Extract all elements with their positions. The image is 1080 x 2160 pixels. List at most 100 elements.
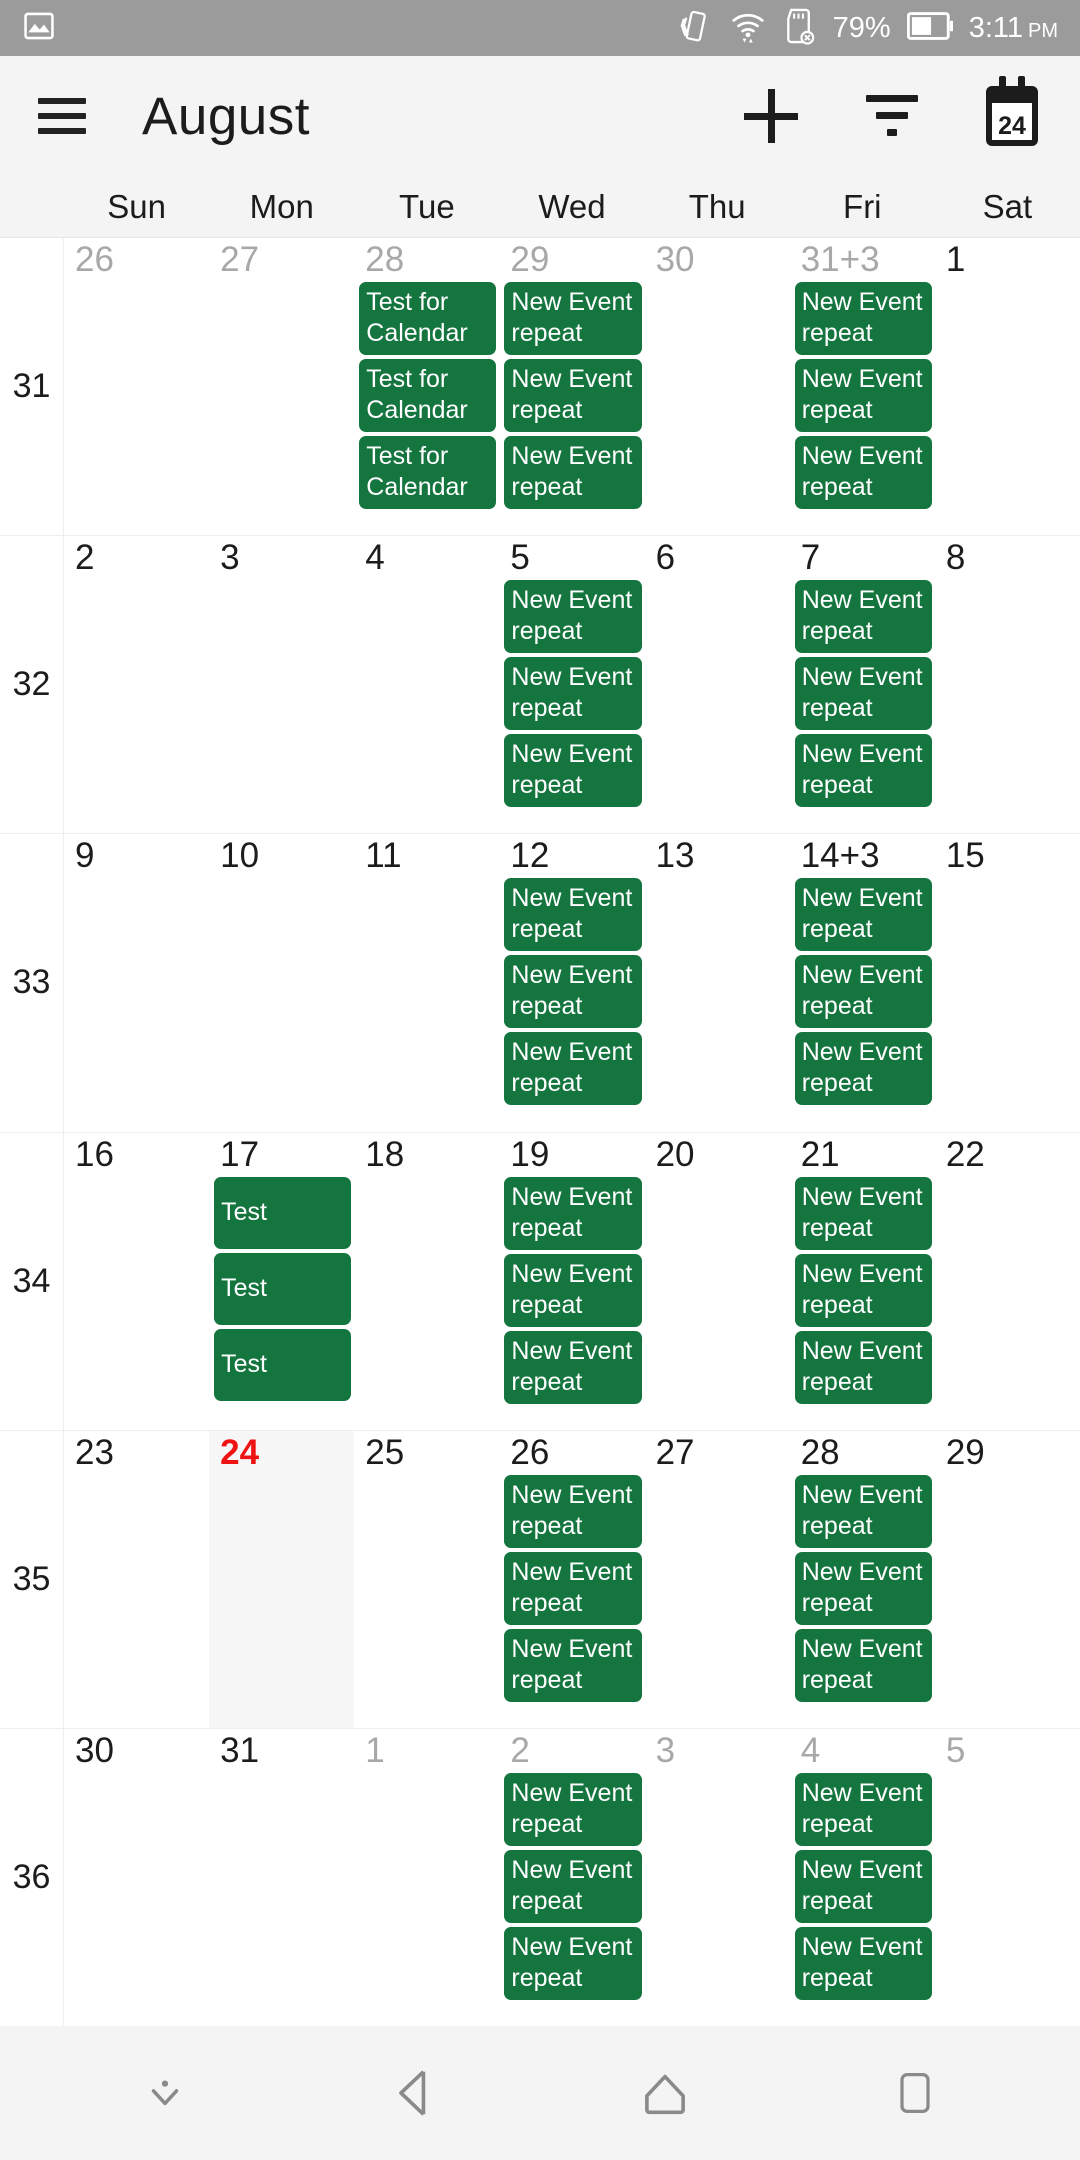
calendar-day-cell[interactable]: 14+3 New Event repeat New Event repeat New … [790, 834, 935, 1131]
calendar-day-cell[interactable]: 17 Test Test Test [209, 1133, 354, 1430]
event-chip[interactable]: Test [214, 1176, 352, 1249]
event-chip[interactable]: New Event repeat [504, 878, 642, 952]
event-chip[interactable]: New Event repeat [504, 282, 642, 355]
event-chip[interactable]: New Event repeat [504, 1926, 642, 2000]
calendar-day-cell[interactable]: 9 [64, 834, 209, 1131]
event-chip[interactable]: New Event repeat [504, 1474, 642, 1548]
calendar-day-cell[interactable]: 5 [935, 1729, 1080, 2026]
event-chip[interactable]: New Event repeat [794, 1032, 932, 1106]
event-chip[interactable]: New Event repeat [504, 734, 642, 808]
calendar-day-cell[interactable]: 1 [935, 238, 1080, 535]
event-chip[interactable]: New Event repeat [794, 1176, 932, 1250]
back-button[interactable] [355, 2053, 475, 2133]
calendar-day-cell[interactable]: 23 [64, 1431, 209, 1728]
calendar-day-cell[interactable]: 18 [354, 1133, 499, 1430]
day-number-label: 8 [945, 538, 966, 578]
calendar-day-cell[interactable]: 26 [64, 238, 209, 535]
event-chip[interactable]: Test for Calendar [359, 282, 497, 355]
hide-navbar-button[interactable] [105, 2053, 225, 2133]
event-chip[interactable]: Test [214, 1328, 352, 1401]
event-chip[interactable]: New Event repeat [504, 955, 642, 1029]
calendar-day-cell[interactable]: 5 New Event repeat New Event repeat New Eve… [499, 536, 644, 833]
add-event-button[interactable] [744, 89, 798, 143]
event-chip[interactable]: Test for Calendar [359, 436, 497, 509]
calendar-day-cell[interactable]: 30 [645, 238, 790, 535]
calendar-day-cell[interactable]: 27 [645, 1431, 790, 1728]
event-chip[interactable]: New Event repeat [794, 1551, 932, 1625]
calendar-day-cell[interactable]: 19 New Event repeat New Event repeat New Ev… [499, 1133, 644, 1430]
event-chip[interactable]: New Event repeat [504, 1176, 642, 1250]
calendar-day-cell[interactable]: 4 [354, 536, 499, 833]
go-to-today-button[interactable]: 24 [986, 76, 1038, 146]
calendar-day-cell[interactable]: 4 New Event repeat New Event repeat New Eve… [790, 1729, 935, 2026]
calendar-day-cell[interactable]: 7 New Event repeat New Event repeat New Eve… [790, 536, 935, 833]
hamburger-menu-icon[interactable] [34, 88, 90, 144]
event-chip[interactable]: New Event repeat [794, 580, 932, 654]
event-chip[interactable]: New Event repeat [504, 1628, 642, 1702]
calendar-day-cell[interactable]: 16 [64, 1133, 209, 1430]
calendar-day-cell[interactable]: 3 [209, 536, 354, 833]
event-chip[interactable]: New Event repeat [794, 1330, 932, 1404]
event-chip[interactable]: New Event repeat [504, 580, 642, 654]
event-chip[interactable]: New Event repeat [794, 1772, 932, 1846]
calendar-day-cell[interactable]: 31 [209, 1729, 354, 2026]
event-chip[interactable]: New Event repeat [794, 1849, 932, 1923]
event-chip[interactable]: Test for Calendar [359, 359, 497, 432]
calendar-day-cell[interactable]: 8 [935, 536, 1080, 833]
calendar-day-cell[interactable]: 28 New Event repeat New Event repeat New Ev… [790, 1431, 935, 1728]
calendar-day-cell[interactable]: 1 [354, 1729, 499, 2026]
calendar-day-cell[interactable]: 6 [645, 536, 790, 833]
day-number-label: 31 [220, 1730, 260, 1770]
event-chip[interactable]: New Event repeat [794, 282, 932, 355]
recent-apps-button[interactable] [855, 2053, 975, 2133]
calendar-day-cell[interactable]: 26 New Event repeat New Event repeat New Ev… [499, 1431, 644, 1728]
calendar-day-cell[interactable]: 12 New Event repeat New Event repeat New Ev… [499, 834, 644, 1131]
calendar-day-cell[interactable]: 25 [354, 1431, 499, 1728]
calendar-day-cell[interactable]: 2 [64, 536, 209, 833]
calendar-day-cell[interactable]: 28 Test for Calendar Test for Calendar Test… [354, 238, 499, 535]
calendar-week-row: 31 26 27 28 Test for Calendar Test for Calend… [0, 238, 1080, 537]
calendar-day-cell[interactable]: 20 [645, 1133, 790, 1430]
event-chip[interactable]: New Event repeat [794, 1926, 932, 2000]
calendar-day-cell[interactable]: 24 [209, 1430, 355, 1728]
event-chip[interactable]: New Event repeat [504, 1330, 642, 1404]
event-chip[interactable]: New Event repeat [794, 657, 932, 731]
calendar-day-cell[interactable]: 29 [935, 1431, 1080, 1728]
event-chip[interactable]: New Event repeat [504, 1772, 642, 1846]
event-chip[interactable]: New Event repeat [504, 359, 642, 432]
calendar-day-cell[interactable]: 15 [935, 834, 1080, 1131]
calendar-day-cell[interactable]: 21 New Event repeat New Event repeat New Ev… [790, 1133, 935, 1430]
event-chip[interactable]: New Event repeat [504, 657, 642, 731]
calendar-day-cell[interactable]: 2 New Event repeat New Event repeat New Eve… [499, 1729, 644, 2026]
calendar-day-cell[interactable]: 29 New Event repeat New Event repeat New Ev… [499, 238, 644, 535]
event-chip[interactable]: Test [214, 1252, 352, 1325]
event-chip[interactable]: New Event repeat [504, 1032, 642, 1106]
event-chip[interactable]: New Event repeat [794, 734, 932, 808]
event-chip[interactable]: New Event repeat [794, 1474, 932, 1548]
event-chip[interactable]: New Event repeat [504, 1551, 642, 1625]
calendar-day-cell[interactable]: 3 [645, 1729, 790, 2026]
calendar-day-cell[interactable]: 27 [209, 238, 354, 535]
day-number-label: 16 [75, 1134, 114, 1174]
calendar-day-cell[interactable]: 22 [935, 1133, 1080, 1430]
calendar-day-cell[interactable]: 31+3 New Event repeat New Event repeat New … [790, 238, 935, 535]
event-chip[interactable]: New Event repeat [504, 1849, 642, 1923]
filter-button[interactable] [866, 93, 918, 139]
event-chip[interactable]: New Event repeat [794, 955, 932, 1029]
event-chip[interactable]: New Event repeat [504, 1253, 642, 1327]
calendar-day-cell[interactable]: 10 [209, 834, 354, 1131]
event-chip[interactable]: New Event repeat [794, 436, 932, 509]
calendar-day-cell[interactable]: 13 [645, 834, 790, 1131]
day-events-list: New Event repeat New Event repeat New Even… [502, 1176, 642, 1404]
event-chip[interactable]: New Event repeat [794, 1628, 932, 1702]
day-number-label: 26 [75, 240, 114, 279]
event-chip[interactable]: New Event repeat [794, 878, 932, 952]
event-chip[interactable]: New Event repeat [794, 359, 932, 432]
calendar-day-cell[interactable]: 30 [64, 1729, 209, 2026]
day-events-list: New Event repeat New Event repeat New Even… [502, 282, 642, 509]
week-number-label: 31 [0, 238, 64, 536]
event-chip[interactable]: New Event repeat [504, 436, 642, 509]
event-chip[interactable]: New Event repeat [794, 1253, 932, 1327]
home-button[interactable] [605, 2053, 725, 2133]
calendar-day-cell[interactable]: 11 [354, 834, 499, 1131]
